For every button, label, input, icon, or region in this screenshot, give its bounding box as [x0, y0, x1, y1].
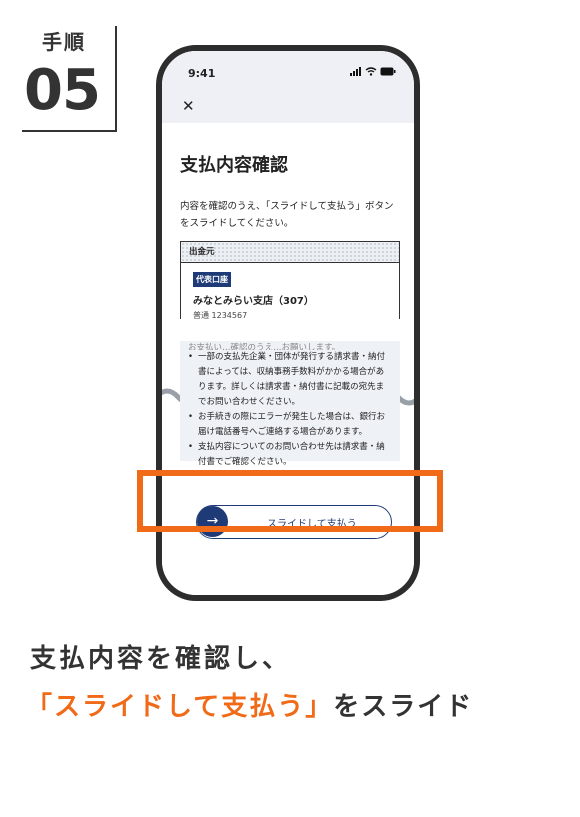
step-number: 05: [24, 58, 101, 123]
signal-icon: [350, 67, 361, 76]
battery-icon: [380, 67, 396, 76]
caption-line-1: 支払内容を確認し、: [30, 644, 292, 674]
highlight-frame: [137, 470, 443, 532]
caption-line-2: 「スライドして支払う」をスライド: [26, 686, 473, 723]
notes-panel: お支払い…確認のうえ…お願いします。 一部の支払先企業・団体が発行する請求書・納…: [180, 341, 400, 467]
instruction-text: 内容を確認のうえ、「スライドして支払う」ボタンをスライドしてください。: [180, 201, 394, 229]
card-header: 出金元: [181, 242, 399, 263]
step-divider-vertical: [115, 26, 117, 130]
caption-rest: をスライド: [333, 692, 474, 722]
source-account-card: 出金元 代表口座 みなとみらい支店（307） 普通 1234567: [180, 241, 400, 320]
account-badge: 代表口座: [193, 272, 231, 287]
note-item: お手続きの際にエラーが発生した場合は、銀行お届け電話番号へご連絡する場合がありま…: [188, 410, 392, 440]
wifi-icon: [365, 67, 377, 76]
status-time: 9:41: [188, 67, 216, 80]
note-item: 一部の支払先企業・団体が発行する請求書・納付書によっては、収納事務手数料がかかる…: [188, 350, 392, 410]
note-item: 支払内容についてのお問い合わせ先は請求書・納付書でご確認ください。: [188, 440, 392, 470]
caption-emphasis: 「スライドして支払う」: [26, 692, 334, 722]
close-icon[interactable]: ✕: [182, 97, 195, 115]
step-label: 手順: [42, 30, 86, 54]
account-number: 普通 1234567: [193, 311, 248, 320]
page-title: 支払内容確認: [180, 155, 288, 176]
notes-partial-line: お支払い…確認のうえ…お願いします。: [188, 343, 341, 350]
app-header: 9:41 ✕: [162, 51, 414, 123]
branch-name: みなとみらい支店（307）: [193, 296, 314, 307]
step-divider-horizontal: [22, 130, 117, 132]
status-icons: [350, 67, 396, 76]
step-badge: 手順 05: [22, 22, 117, 132]
